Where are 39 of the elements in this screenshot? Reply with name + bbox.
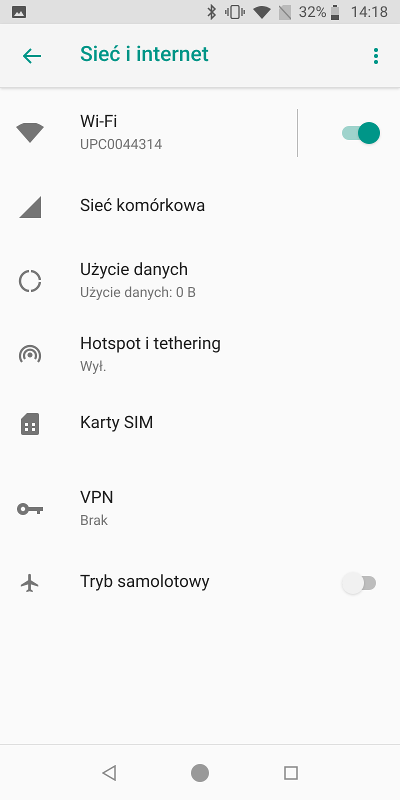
image-icon [12,6,26,18]
page-title: Sieć i internet [80,42,210,69]
settings-item[interactable]: Wi-Fi UPC0044314 [0,96,400,170]
settings-item[interactable]: Karty SIM [0,392,400,472]
home-circle-icon[interactable] [190,764,209,782]
wifi-icon [252,6,271,18]
overview-square-icon[interactable] [284,766,298,780]
item-title: VPN [80,486,115,510]
back-triangle-icon[interactable] [102,764,116,780]
settings-item[interactable]: VPN Brak [0,472,400,546]
signal-icon [19,196,41,218]
item-subtitle: Użycie danych: 0 B [80,284,197,304]
clock: 14:18 [350,2,388,23]
item-title: Wi-Fi [80,110,118,134]
back-arrow-icon [23,48,41,64]
no-sim-icon [278,4,291,20]
item-subtitle: Wył. [80,358,108,378]
battery-icon [330,4,339,20]
item-title: Użycie danych [80,258,190,282]
sim-card-icon [21,413,39,435]
more-vertical-icon [374,48,378,64]
item-subtitle: Brak [80,512,109,532]
item-title: Sieć komórkowa [80,195,206,218]
data-usage-icon [18,269,42,293]
item-title: Hotspot i tethering [80,332,222,356]
settings-item[interactable]: Tryb samolotowy [0,546,400,620]
vibrate-icon [224,5,245,19]
settings-item[interactable]: Hotspot i tethering Wył. [0,318,400,392]
settings-item[interactable]: Sieć komórkowa [0,170,400,244]
settings-item[interactable]: Użycie danych Użycie danych: 0 B [0,244,400,318]
item-subtitle: UPC0044314 [80,136,164,156]
item-title: Karty SIM [80,412,154,436]
item-title: Tryb samolotowy [80,571,211,594]
airplane-icon [19,572,41,594]
toggle-switch[interactable] [342,122,380,144]
key-icon [17,502,43,516]
bluetooth-icon [206,4,217,20]
wifi-icon [16,123,44,143]
battery-percent: 32% [298,2,327,23]
